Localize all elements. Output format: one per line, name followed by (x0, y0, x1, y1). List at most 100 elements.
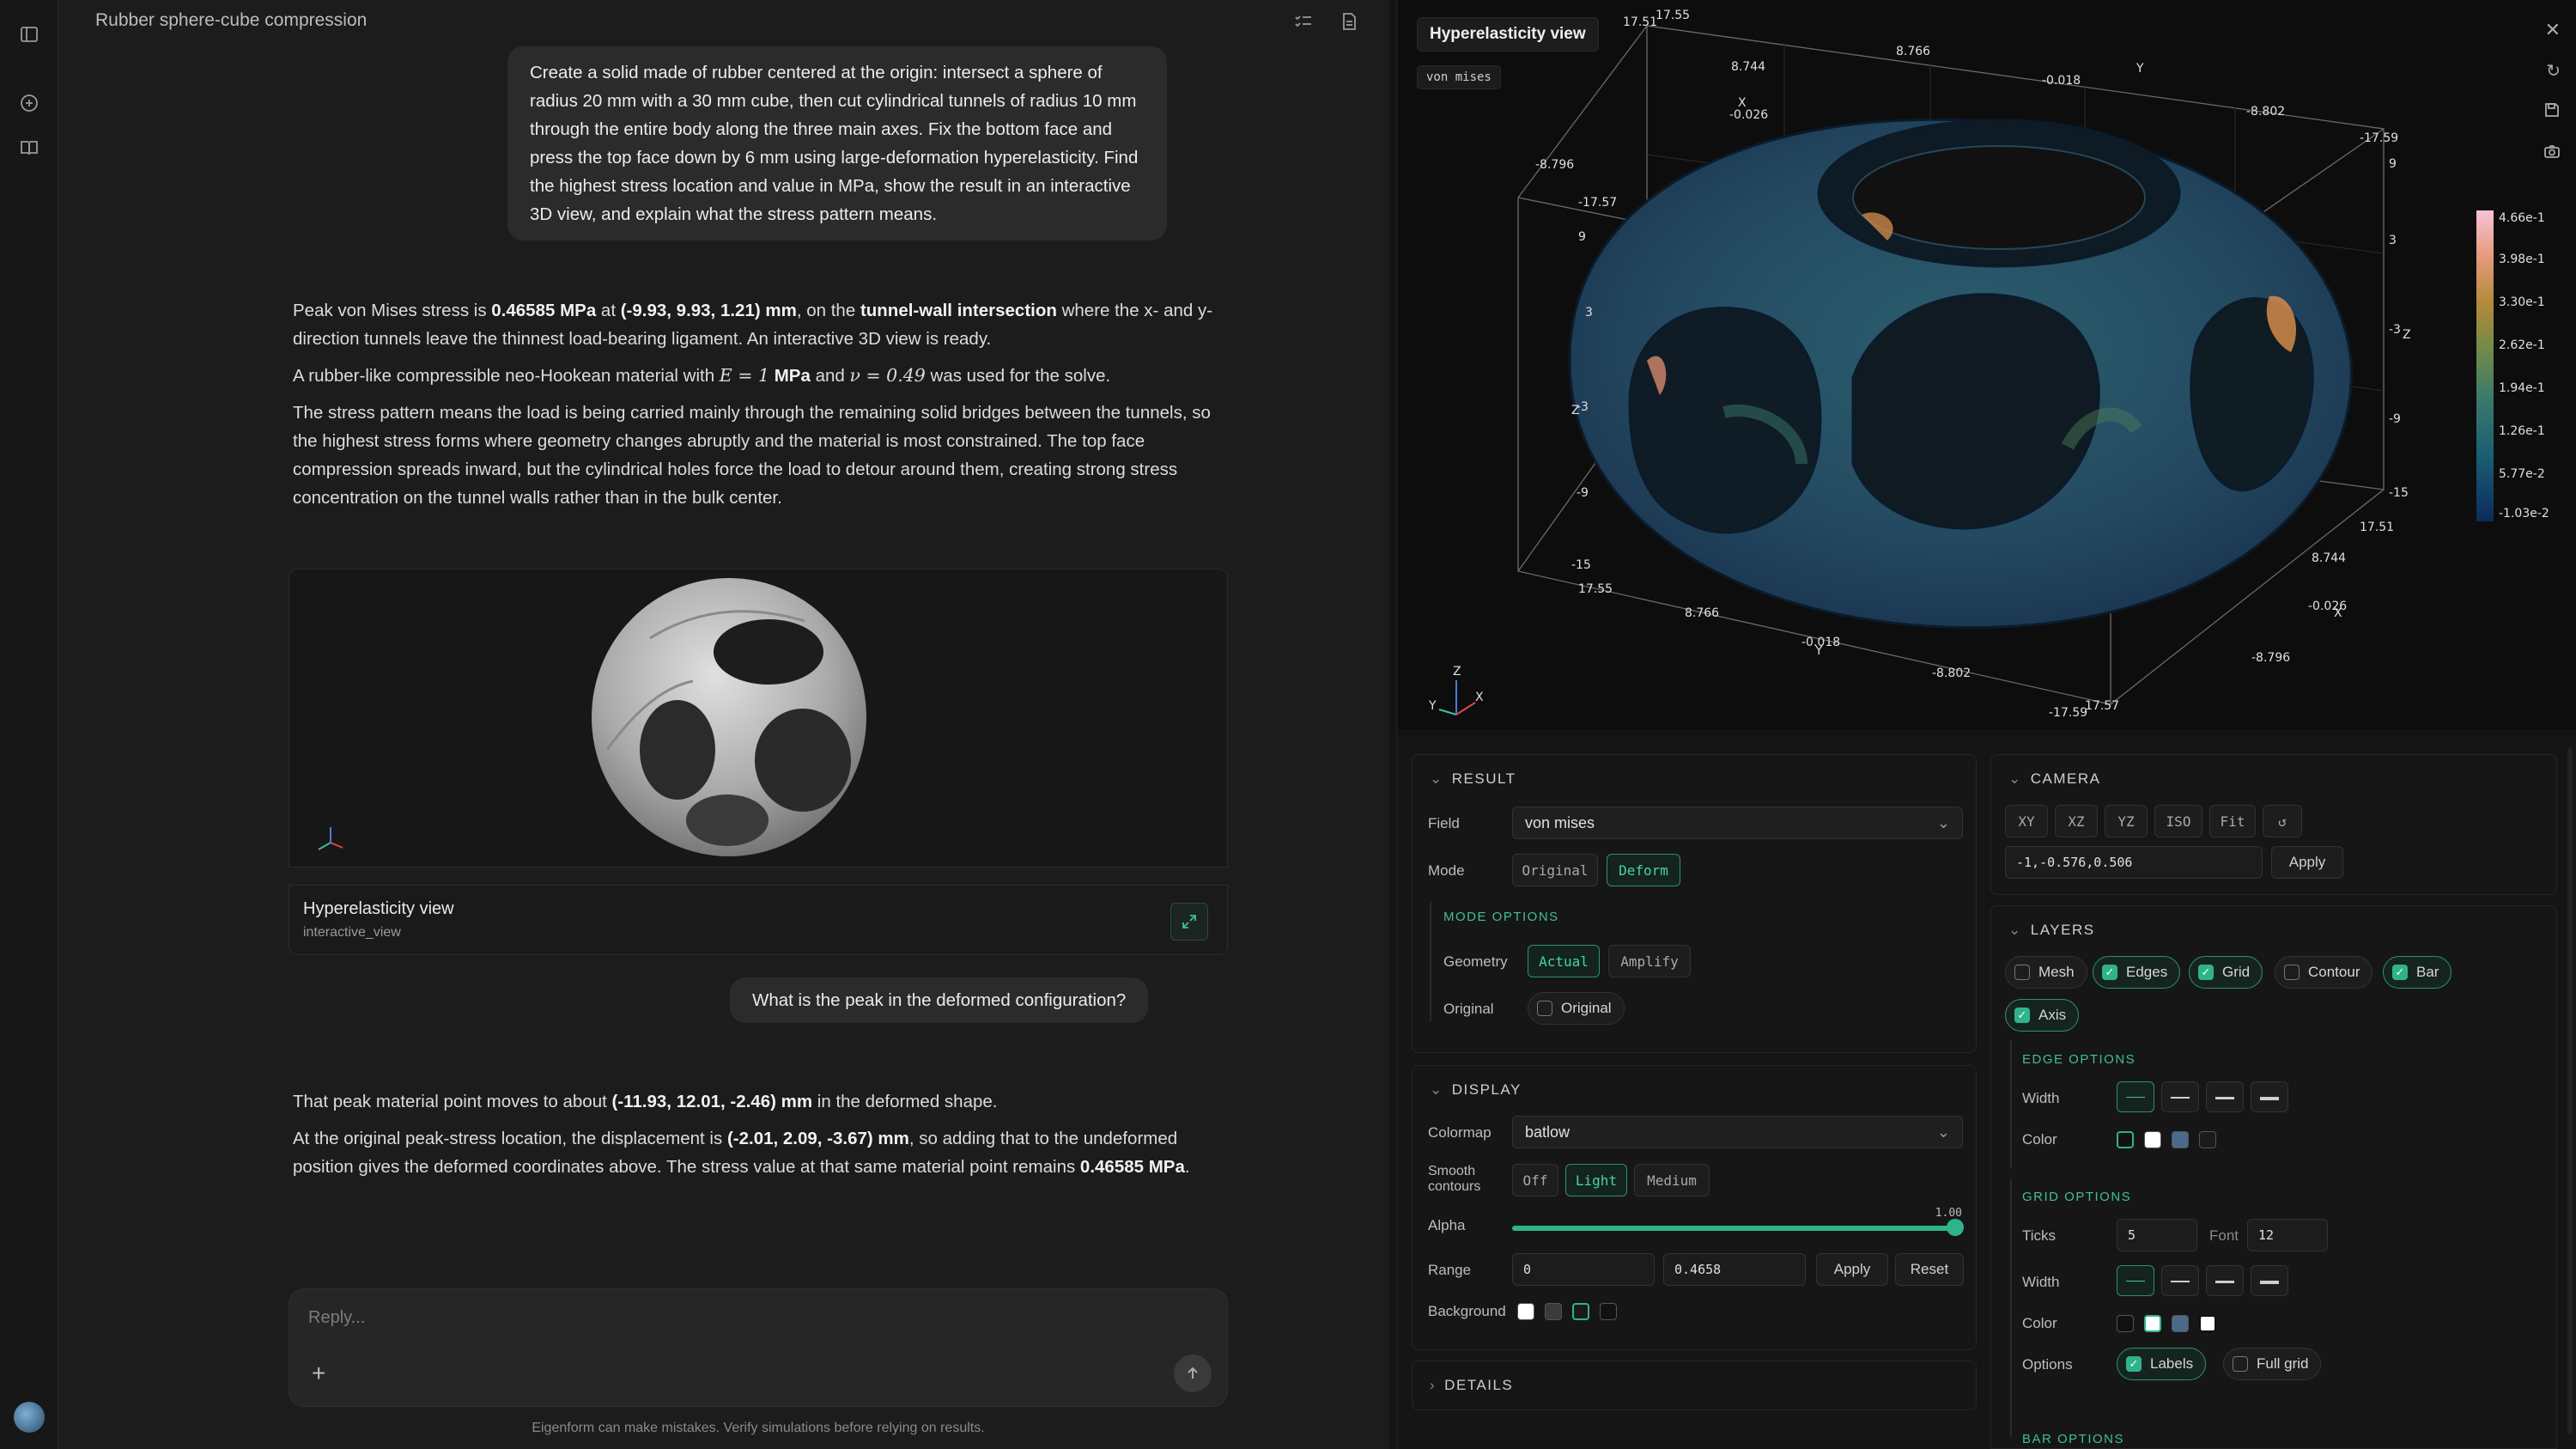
layer-mesh-toggle[interactable]: Mesh (2005, 956, 2087, 989)
alpha-slider-track[interactable] (1512, 1226, 1955, 1231)
new-chat-icon[interactable] (15, 89, 43, 117)
view-yz-button[interactable]: YZ (2105, 805, 2148, 837)
alpha-slider-handle[interactable] (1947, 1219, 1964, 1236)
layer-contour-toggle[interactable]: Contour (2275, 956, 2373, 989)
edge-width-2[interactable] (2161, 1081, 2199, 1112)
camera-apply-button[interactable]: Apply (2271, 846, 2343, 879)
reply-input[interactable]: Reply... (308, 1308, 365, 1328)
edge-color-blue[interactable] (2172, 1131, 2189, 1148)
svg-text:8.766: 8.766 (1896, 45, 1930, 58)
camera-vector-input[interactable]: -1,-0.576,0.506 (2005, 846, 2263, 879)
details-panel[interactable]: › DETAILS (1412, 1361, 1977, 1410)
arrow-up-icon (1188, 1367, 1198, 1379)
layer-edges-toggle[interactable]: ✓ Edges (2093, 956, 2181, 989)
mode-original-button[interactable]: Original (1512, 854, 1598, 886)
bg-swatch-white[interactable] (1517, 1303, 1534, 1320)
answer-paragraph: A rubber-like compressible neo-Hookean m… (293, 365, 1111, 386)
grid-color-black[interactable] (2117, 1315, 2134, 1332)
layers-header[interactable]: ⌄ LAYERS (2008, 922, 2095, 939)
pane-divider[interactable] (1389, 0, 1396, 1449)
library-book-icon[interactable] (15, 134, 43, 161)
svg-text:9: 9 (1578, 230, 1586, 244)
camera-snapshot-icon[interactable] (2543, 143, 2561, 164)
grid-color-blue[interactable] (2172, 1315, 2189, 1332)
grid-width-1[interactable] (2117, 1265, 2154, 1296)
user-avatar[interactable] (14, 1402, 45, 1433)
range-reset-button[interactable]: Reset (1895, 1253, 1964, 1286)
bg-swatch-gray[interactable] (1545, 1303, 1562, 1320)
svg-text:8.744: 8.744 (2312, 551, 2346, 565)
colormap-select[interactable]: batlow ⌄ (1512, 1116, 1963, 1148)
sidebar-toggle-icon[interactable] (15, 21, 43, 48)
expand-view-button[interactable] (1170, 903, 1208, 941)
original-checkbox[interactable]: Original (1528, 992, 1625, 1025)
range-max-input[interactable]: 0.4658 (1663, 1253, 1806, 1286)
result-preview[interactable] (289, 569, 1228, 868)
reset-view-icon[interactable]: ↻ (2546, 60, 2561, 82)
3d-viewport[interactable]: Hyperelasticity view von mises 17.51 17.… (1398, 0, 2576, 730)
display-panel: ⌄ DISPLAY Colormap batlow ⌄ Smooth contours… (1412, 1065, 1977, 1350)
attach-plus-icon[interactable]: + (312, 1360, 325, 1387)
view-fit-button[interactable]: Fit (2209, 805, 2256, 837)
grid-color-white-outline[interactable] (2199, 1315, 2216, 1332)
grid-width-3[interactable] (2206, 1265, 2244, 1296)
range-min-input[interactable]: 0 (1512, 1253, 1655, 1286)
edge-color-dark[interactable] (2199, 1131, 2216, 1148)
layer-grid-toggle[interactable]: ✓ Grid (2189, 956, 2263, 989)
view-xy-button[interactable]: XY (2005, 805, 2048, 837)
grid-color-white[interactable] (2144, 1315, 2161, 1332)
viewer-panel: Hyperelasticity view von mises 17.51 17.… (1398, 0, 2576, 1449)
user-followup-message: What is the peak in the deformed configu… (730, 977, 1149, 1023)
grid-labels-toggle[interactable]: ✓ Labels (2117, 1348, 2207, 1380)
grid-width-label: Width (2022, 1274, 2060, 1290)
svg-text:X: X (1738, 96, 1747, 110)
layer-bar-toggle[interactable]: ✓ Bar (2383, 956, 2452, 989)
svg-text:-17.57: -17.57 (1578, 196, 1617, 210)
svg-text:2.62e-1: 2.62e-1 (2499, 338, 2545, 352)
smooth-light-button[interactable]: Light (1565, 1164, 1627, 1196)
svg-text:-15: -15 (2389, 486, 2409, 500)
smooth-off-button[interactable]: Off (1512, 1164, 1558, 1196)
smooth-medium-button[interactable]: Medium (1634, 1164, 1710, 1196)
ticks-input[interactable]: 5 (2117, 1219, 2197, 1251)
geometry-amplify-button[interactable]: Amplify (1608, 945, 1691, 977)
field-select[interactable]: von mises ⌄ (1512, 807, 1963, 839)
task-list-icon[interactable] (1289, 7, 1318, 36)
panel-scrollbar[interactable] (2567, 747, 2573, 1434)
range-apply-button[interactable]: Apply (1816, 1253, 1888, 1286)
bg-swatch-dark[interactable] (1572, 1303, 1589, 1320)
details-header[interactable]: › DETAILS (1430, 1377, 1513, 1394)
svg-text:Y: Y (2136, 62, 2144, 76)
3d-plot[interactable]: 17.51 17.55 8.744 8.766 -0.018 -8.802 -1… (1398, 0, 2576, 730)
send-button[interactable] (1174, 1355, 1212, 1392)
grid-fullgrid-toggle[interactable]: Full grid (2223, 1348, 2322, 1380)
edge-color-white[interactable] (2144, 1131, 2161, 1148)
control-panels: ⌄ RESULT Field von mises ⌄ Mode Original D… (1398, 735, 2576, 1449)
reply-box[interactable]: Reply... + (289, 1288, 1228, 1407)
camera-reset-icon[interactable]: ↺ (2263, 805, 2302, 837)
geometry-actual-button[interactable]: Actual (1528, 945, 1600, 977)
font-size-input[interactable]: 12 (2247, 1219, 2328, 1251)
layer-axis-toggle[interactable]: ✓ Axis (2005, 999, 2080, 1032)
save-icon[interactable] (2543, 101, 2561, 123)
document-icon[interactable] (1334, 7, 1364, 36)
camera-panel: ⌄ CAMERA XY XZ YZ ISO Fit ↺ -1,-0.576,0.5… (1990, 754, 2557, 895)
geometry-label: Geometry (1443, 953, 1508, 970)
edge-width-4[interactable] (2251, 1081, 2288, 1112)
edge-width-3[interactable] (2206, 1081, 2244, 1112)
view-xz-button[interactable]: XZ (2055, 805, 2098, 837)
answer-paragraph: At the original peak-stress location, th… (293, 1129, 1190, 1177)
view-iso-button[interactable]: ISO (2154, 805, 2202, 837)
range-label: Range (1428, 1262, 1472, 1278)
display-header[interactable]: ⌄ DISPLAY (1430, 1081, 1522, 1099)
edge-color-black[interactable] (2117, 1131, 2134, 1148)
grid-width-4[interactable] (2251, 1265, 2288, 1296)
mode-deform-button[interactable]: Deform (1607, 854, 1680, 886)
close-icon[interactable]: ✕ (2545, 19, 2561, 41)
grid-width-2[interactable] (2161, 1265, 2199, 1296)
svg-text:-17.59: -17.59 (2360, 131, 2398, 145)
camera-header[interactable]: ⌄ CAMERA (2008, 770, 2100, 788)
bg-swatch-black[interactable] (1600, 1303, 1617, 1320)
result-header[interactable]: ⌄ RESULT (1430, 770, 1516, 788)
edge-width-1[interactable] (2117, 1081, 2154, 1112)
